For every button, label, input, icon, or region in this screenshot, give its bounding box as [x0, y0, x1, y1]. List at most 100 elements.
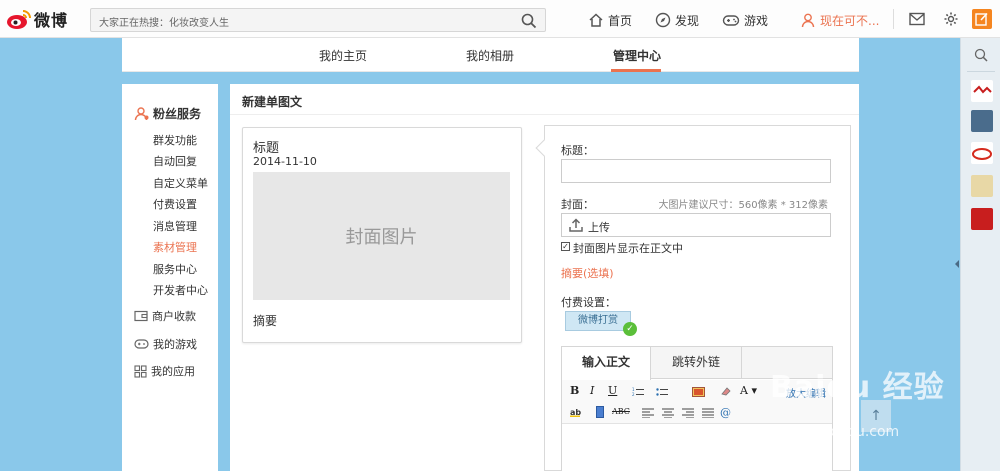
search-placeholder: 大家正在热搜：化妆改变人生 [99, 18, 229, 29]
people-daily-icon [973, 85, 992, 94]
compose-button[interactable] [972, 9, 992, 29]
watermark-url: jingyan.baidu.com [770, 424, 900, 440]
search-icon[interactable] [521, 13, 537, 29]
admin-sidebar: 粉丝服务 群发功能 自动回复 自定义菜单 付费设置 消息管理 素材管理 服务中心… [122, 84, 218, 471]
eraser-icon[interactable] [720, 386, 732, 396]
nav-games[interactable]: 游戏 [722, 10, 768, 30]
cover-size-hint: 大图片建议尺寸：560像素 * 312像素 [658, 200, 828, 211]
sidebar-section-fans-service[interactable]: 粉丝服务 [134, 105, 201, 122]
nav-discover[interactable]: 发现 [655, 10, 699, 30]
edit-icon [975, 12, 988, 26]
dock-people-daily-logo[interactable] [971, 80, 993, 102]
preview-title: 标题 [253, 141, 280, 156]
tab-my-albums[interactable]: 我的相册 [466, 47, 514, 64]
sidebar-fans-service-label: 粉丝服务 [153, 107, 202, 121]
tab-my-home[interactable]: 我的主页 [319, 47, 367, 64]
article-preview-card[interactable]: 标题 2014-11-10 封面图片 摘要 [242, 127, 522, 343]
sidebar-item-my-apps[interactable]: 我的应用 [134, 363, 195, 379]
nav-divider [893, 9, 894, 29]
sidebar-my-apps-label: 我的应用 [151, 365, 195, 378]
user-icon [801, 13, 815, 28]
sidebar-item-merchant[interactable]: 商户收款 [134, 308, 196, 324]
title-field-label: 标题： [561, 144, 594, 157]
weibo-tip-badge[interactable]: 微博打赏 [565, 311, 631, 331]
wallet-icon [134, 310, 148, 322]
dock-user-avatar-3[interactable] [971, 208, 993, 230]
preview-date: 2014-11-10 [253, 155, 317, 168]
svg-text:2: 2 [632, 392, 635, 397]
article-edit-form: 标题： 封面： 大图片建议尺寸：560像素 * 312像素 上传 ✓ 封面图片显… [535, 125, 851, 471]
nav-discover-label: 发现 [675, 13, 700, 28]
strikethrough-button[interactable]: ABC [612, 407, 630, 416]
form-pointer-arrow [535, 139, 553, 157]
right-dock [960, 38, 1000, 471]
top-navbar: 微博 大家正在热搜：化妆改变人生 首页 发现 游戏 现在可不... [0, 0, 1000, 38]
compass-icon [655, 12, 671, 28]
sidebar-item-pay-settings[interactable]: 付费设置 [153, 196, 197, 212]
show-cover-label: 封面图片显示在正文中 [573, 242, 683, 255]
document-icon[interactable] [596, 406, 604, 418]
fans-service-icon [134, 106, 149, 120]
show-cover-checkbox[interactable]: ✓ [561, 242, 570, 251]
title-input[interactable] [561, 159, 831, 183]
page-title: 新建单图文 [242, 95, 303, 109]
ordered-list-icon[interactable]: 12 [632, 387, 644, 397]
nav-games-label: 游戏 [744, 13, 769, 28]
search-input[interactable]: 大家正在热搜：化妆改变人生 [90, 8, 546, 32]
italic-button[interactable]: I [590, 384, 594, 397]
cover-upload-field[interactable]: 上传 [561, 213, 831, 237]
main-panel: 新建单图文 标题 2014-11-10 封面图片 摘要 标题： 封面： 大图片建… [230, 84, 859, 471]
dock-user-avatar-1[interactable] [971, 110, 993, 132]
align-left-icon[interactable] [642, 408, 654, 418]
font-color-button[interactable]: A ▾ [740, 384, 757, 397]
underline-button[interactable]: U [608, 384, 617, 397]
summary-optional-link[interactable]: 摘要(选填) [561, 265, 614, 281]
cover-field-label: 封面： [561, 198, 594, 211]
align-justify-icon[interactable] [702, 408, 714, 418]
highlight-icon[interactable]: ab [570, 407, 584, 417]
dock-sina-logo[interactable] [971, 142, 993, 164]
unordered-list-icon[interactable] [656, 387, 668, 397]
gamepad-icon [134, 339, 149, 349]
sidebar-item-material-management[interactable]: 素材管理 [153, 239, 197, 255]
align-center-icon[interactable] [662, 408, 674, 418]
collapse-dock-arrow-icon[interactable] [955, 260, 959, 268]
dock-user-avatar-2[interactable] [971, 175, 993, 197]
check-icon: ✓ [623, 322, 637, 336]
gear-icon[interactable] [943, 11, 959, 27]
sidebar-item-developer-center[interactable]: 开发者中心 [153, 282, 208, 298]
preview-cover-image: 封面图片 [253, 172, 510, 300]
dock-search-icon[interactable] [974, 48, 988, 62]
upload-icon [569, 218, 583, 232]
sidebar-item-mass-send[interactable]: 群发功能 [153, 132, 197, 148]
tab-external-link[interactable]: 跳转外链 [651, 347, 742, 379]
dock-divider [967, 71, 995, 72]
sidebar-my-games-label: 我的游戏 [153, 338, 197, 351]
mail-icon[interactable] [909, 12, 925, 26]
align-right-icon[interactable] [682, 408, 694, 418]
gamepad-icon [722, 15, 740, 26]
nav-user-label: 现在可不... [820, 13, 880, 28]
nav-home[interactable]: 首页 [588, 10, 632, 30]
preview-summary: 摘要 [253, 314, 278, 328]
logo-text: 微博 [34, 11, 69, 30]
sina-icon [972, 148, 992, 160]
image-insert-icon[interactable] [692, 387, 705, 397]
cover-placeholder-text: 封面图片 [345, 227, 418, 248]
active-tab-indicator [611, 69, 661, 72]
sidebar-item-custom-menu[interactable]: 自定义菜单 [153, 175, 208, 191]
nav-user-profile[interactable]: 现在可不... [800, 10, 879, 30]
sidebar-item-service-center[interactable]: 服务中心 [153, 261, 197, 277]
sidebar-item-message-management[interactable]: 消息管理 [153, 218, 197, 234]
upload-label: 上传 [588, 221, 610, 234]
baidu-jingyan-watermark: Baidu 经验 jingyan.baidu.com [770, 362, 945, 440]
tab-admin-center[interactable]: 管理中心 [613, 47, 661, 64]
nav-home-label: 首页 [608, 13, 633, 28]
mention-button[interactable]: @ [720, 406, 731, 419]
sidebar-item-my-games[interactable]: 我的游戏 [134, 336, 197, 352]
bold-button[interactable]: B [570, 384, 579, 397]
weibo-logo-icon [7, 10, 31, 29]
weibo-logo[interactable]: 微博 [6, 6, 70, 32]
tab-input-body[interactable]: 输入正文 [562, 347, 651, 380]
sidebar-item-auto-reply[interactable]: 自动回复 [153, 153, 197, 169]
